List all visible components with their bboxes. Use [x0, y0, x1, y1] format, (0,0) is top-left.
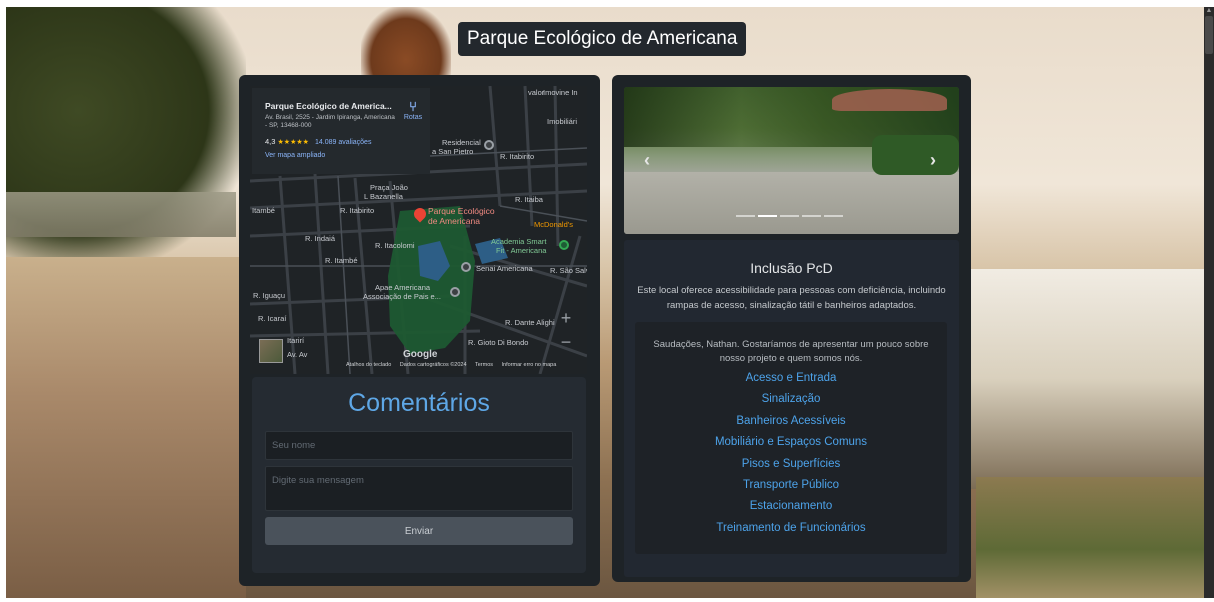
- background-sand-left: [6, 257, 246, 598]
- map-label-apae-1: Apae Americana: [375, 283, 431, 292]
- pcd-description: Este local oferece acessibilidade para p…: [637, 285, 946, 311]
- map-label-itambe: Itambé: [252, 206, 275, 215]
- carousel-indicator-active[interactable]: [758, 215, 777, 217]
- enlarge-map-link[interactable]: Ver mapa ampliado: [265, 152, 325, 159]
- map-poi-marker[interactable]: [484, 140, 494, 150]
- photo-carousel[interactable]: ‹ ›: [624, 87, 959, 234]
- map-label-sao-salv: R. São Salv: [550, 266, 587, 275]
- reviews-link[interactable]: 14.089 avaliações: [315, 139, 371, 146]
- carousel-next-icon[interactable]: ›: [926, 149, 940, 171]
- page-scrollbar[interactable]: [1204, 7, 1214, 598]
- map-label-praca-1: Praça João: [370, 183, 408, 192]
- map-label-iguacu: R. Iguaçu: [253, 291, 286, 300]
- map-label-academia-1: Academia Smart: [491, 237, 547, 246]
- left-panel: Parque Ecológico de America... Av. Brasi…: [239, 75, 600, 586]
- map-label-park-2: de Americana: [428, 216, 480, 226]
- send-button[interactable]: Enviar: [265, 517, 573, 545]
- map-keyboard-shortcuts-link[interactable]: Atalhos do teclado: [346, 362, 391, 368]
- map-label-senai: Senai Americana: [476, 264, 533, 273]
- pcd-title: Inclusão PcD: [750, 260, 833, 276]
- pcd-link-pisos[interactable]: Pisos e Superfícies: [635, 458, 947, 470]
- map-school-marker[interactable]: [461, 262, 471, 272]
- carousel-indicator[interactable]: [780, 215, 799, 217]
- pcd-link-sinalizacao[interactable]: Sinalização: [635, 393, 947, 405]
- map-data-attribution: Dados cartográficos ©2024: [399, 362, 467, 368]
- map-label-itabirito-v: R. Itabirito: [340, 206, 375, 215]
- carousel-photo-path: [624, 172, 959, 234]
- pcd-topics-box: Saudações, Nathan. Gostaríamos de aprese…: [635, 322, 947, 554]
- carousel-photo-umbrella: [832, 89, 947, 111]
- directions-label: Rotas: [403, 114, 423, 121]
- map-label-r-itambe: R. Itambé: [325, 256, 358, 265]
- map-label-academia-2: Fit - Americana: [496, 246, 547, 255]
- google-logo: Google: [403, 349, 438, 360]
- background-wall: [6, 192, 236, 237]
- rating-stars-icon: ★★★★★: [277, 139, 309, 146]
- map-report-link[interactable]: Informar erro no mapa: [502, 362, 557, 368]
- map-place-card: Parque Ecológico de America... Av. Brasi…: [252, 88, 430, 174]
- map-terms-link[interactable]: Termos: [475, 362, 493, 368]
- scroll-up-arrow-icon[interactable]: ▲: [1204, 7, 1214, 15]
- pcd-link-acesso[interactable]: Acesso e Entrada: [635, 372, 947, 384]
- map-label-valor: valor: [528, 88, 545, 97]
- message-textarea[interactable]: [265, 466, 573, 511]
- map-label-park-1: Parque Ecológico: [428, 206, 495, 216]
- map-label-itarari: Itarirí: [287, 336, 305, 345]
- map-place-name: Parque Ecológico de America...: [265, 101, 392, 111]
- map-satellite-toggle[interactable]: [259, 339, 283, 363]
- embedded-map[interactable]: Parque Ecológico de America... Av. Brasi…: [250, 86, 587, 374]
- carousel-prev-icon[interactable]: ‹: [640, 149, 654, 171]
- name-input[interactable]: [265, 431, 573, 460]
- map-label-mcdonalds: McDonald's: [534, 220, 573, 229]
- map-gym-marker[interactable]: [559, 240, 569, 250]
- pcd-intro: Saudações, Nathan. Gostaríamos de aprese…: [653, 339, 929, 364]
- pcd-section: Inclusão PcD Este local oferece acessibi…: [624, 240, 959, 577]
- background-sand-right: [976, 477, 1204, 598]
- comments-title: Comentários: [348, 389, 490, 417]
- pcd-link-treinamento[interactable]: Treinamento de Funcionários: [635, 522, 947, 534]
- pcd-link-estacionamento[interactable]: Estacionamento: [635, 500, 947, 512]
- map-label-av: Av. Av: [287, 350, 308, 359]
- page-scrollbar-thumb[interactable]: [1205, 16, 1213, 54]
- map-label-gioto: R. Gioto Di Bondo: [468, 338, 529, 347]
- map-zoom-in-button[interactable]: +: [556, 308, 576, 328]
- carousel-photo-hedge: [872, 135, 959, 175]
- directions-icon: ⑂: [409, 99, 417, 114]
- map-label-san-pietro: a San Pietro: [432, 147, 474, 156]
- comments-section: Comentários Enviar: [252, 377, 586, 573]
- map-label-apae-2: Associação de Pais e...: [363, 292, 441, 301]
- map-place-address: Av. Brasil, 2525 - Jardim Ipiranga, Amer…: [265, 114, 395, 129]
- background-sea: [971, 269, 1204, 489]
- rating-value: 4,3: [265, 137, 276, 146]
- map-footer: Atalhos do teclado Dados cartográficos ©…: [346, 362, 563, 368]
- directions-button[interactable]: ⑂ Rotas: [400, 99, 426, 122]
- map-label-itabirito: R. Itabirito: [500, 152, 535, 161]
- map-apae-marker[interactable]: [450, 287, 460, 297]
- map-label-itaiba: R. Itaiba: [515, 195, 543, 204]
- map-place-rating: 4,3 ★★★★★ 14.089 avaliações: [265, 137, 371, 146]
- map-zoom-out-button[interactable]: −: [556, 332, 576, 352]
- map-label-dante: R. Dante Alighi: [505, 318, 555, 327]
- map-label-itacolomi: R. Itacolomi: [375, 241, 415, 250]
- pcd-link-transporte[interactable]: Transporte Público: [635, 479, 947, 491]
- carousel-indicator[interactable]: [736, 215, 755, 217]
- map-label-imovine: Imovine In: [543, 88, 578, 97]
- pcd-link-mobiliario[interactable]: Mobiliário e Espaços Comuns: [635, 436, 947, 448]
- pcd-link-banheiros[interactable]: Banheiros Acessíveis: [635, 415, 947, 427]
- carousel-indicator[interactable]: [824, 215, 843, 217]
- background-photo: [6, 7, 1204, 598]
- page-title: Parque Ecológico de Americana: [458, 22, 747, 56]
- map-label-praca-2: L Bazanella: [364, 192, 403, 201]
- map-label-imobiliaria: Imobiliári: [547, 117, 578, 126]
- background-person: [361, 7, 451, 82]
- map-label-residencial: Residencial: [442, 138, 481, 147]
- map-label-indaia: R. Indaiá: [305, 234, 336, 243]
- right-panel: ‹ › Inclusão PcD Este local oferece aces…: [612, 75, 971, 582]
- map-label-icarai: R. Icaraí: [258, 314, 287, 323]
- carousel-indicator[interactable]: [802, 215, 821, 217]
